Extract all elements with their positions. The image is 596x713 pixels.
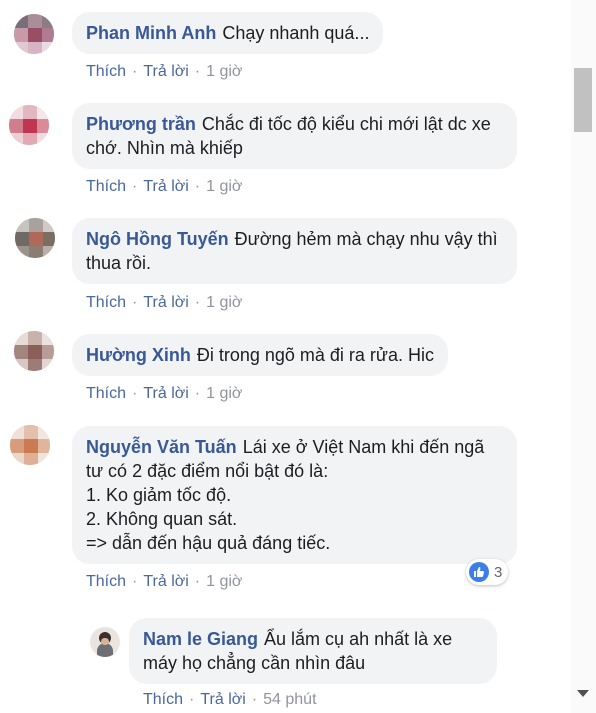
like-link[interactable]: Thích bbox=[86, 63, 126, 80]
comment-actions: Thích · Trả lời · 1 giờ bbox=[86, 573, 243, 590]
comment-bubble: Hường Xinh Đi trong ngõ mà đi ra rửa. Hic bbox=[72, 334, 448, 376]
comment-bubble: Phan Minh Anh Chạy nhanh quá... bbox=[72, 12, 384, 54]
comment-actions: Thích · Trả lời · 54 phút bbox=[143, 691, 317, 708]
comment-actions: Thích · Trả lời · 1 giờ bbox=[86, 294, 243, 311]
comment-actions: Thích · Trả lời · 1 giờ bbox=[86, 178, 243, 195]
comment-timestamp[interactable]: 1 giờ bbox=[206, 178, 242, 195]
avatar[interactable] bbox=[10, 425, 50, 465]
comment-timestamp[interactable]: 54 phút bbox=[263, 691, 316, 708]
like-link[interactable]: Thích bbox=[86, 385, 126, 402]
like-link[interactable]: Thích bbox=[143, 691, 183, 708]
like-link[interactable]: Thích bbox=[86, 178, 126, 195]
comment-timestamp[interactable]: 1 giờ bbox=[206, 573, 242, 590]
comment-bubble: Phương trần Chắc đi tốc độ kiểu chi mới l… bbox=[72, 103, 517, 169]
commenter-name[interactable]: Ngô Hồng Tuyến bbox=[86, 229, 229, 249]
like-link[interactable]: Thích bbox=[86, 573, 126, 590]
comment-timestamp[interactable]: 1 giờ bbox=[206, 63, 242, 80]
commenter-name[interactable]: Phan Minh Anh bbox=[86, 23, 216, 43]
comment-actions: Thích · Trả lời · 1 giờ bbox=[86, 63, 243, 80]
reply-link[interactable]: Trả lời bbox=[200, 691, 245, 708]
comment-text-line: => dẫn đến hậu quả đáng tiếc. bbox=[86, 533, 331, 553]
avatar[interactable] bbox=[14, 14, 54, 54]
comment-text-line: 2. Không quan sát. bbox=[86, 509, 238, 529]
comment-text-line: 1. Ko giảm tốc độ. bbox=[86, 485, 232, 505]
commenter-name[interactable]: Hường Xinh bbox=[86, 345, 191, 365]
comment-bubble: Nam le Giang Ẩu lắm cụ ah nhất là xe máy … bbox=[129, 618, 497, 684]
chevron-down-icon[interactable] bbox=[577, 690, 589, 697]
avatar[interactable] bbox=[14, 331, 54, 371]
comment-actions: Thích · Trả lời · 1 giờ bbox=[86, 385, 243, 402]
reaction-count[interactable]: 3 bbox=[466, 559, 509, 585]
like-link[interactable]: Thích bbox=[86, 294, 126, 311]
reply-link[interactable]: Trả lời bbox=[143, 63, 188, 80]
scrollbar[interactable] bbox=[571, 0, 596, 713]
comment-text: Chạy nhanh quá... bbox=[222, 23, 370, 43]
avatar[interactable] bbox=[90, 627, 120, 657]
reply-link[interactable]: Trả lời bbox=[143, 385, 188, 402]
reply-link[interactable]: Trả lời bbox=[143, 294, 188, 311]
comment-bubble: Nguyễn Văn Tuấn Lái xe ở Việt Nam khi đến… bbox=[72, 426, 517, 564]
commenter-name[interactable]: Phương trần bbox=[86, 114, 196, 134]
avatar[interactable] bbox=[15, 218, 55, 258]
reply-link[interactable]: Trả lời bbox=[143, 573, 188, 590]
comment-bubble: Ngô Hồng Tuyến Đường hẻm mà chạy nhu vậy … bbox=[72, 218, 517, 284]
reply-link[interactable]: Trả lời bbox=[143, 178, 188, 195]
thumbs-up-icon bbox=[469, 562, 489, 582]
avatar[interactable] bbox=[9, 105, 49, 145]
comment-timestamp[interactable]: 1 giờ bbox=[206, 294, 242, 311]
comment-text: Đi trong ngõ mà đi ra rửa. Hic bbox=[196, 345, 434, 365]
commenter-name[interactable]: Nam le Giang bbox=[143, 629, 258, 649]
commenter-name[interactable]: Nguyễn Văn Tuấn bbox=[86, 437, 237, 457]
comment-timestamp[interactable]: 1 giờ bbox=[206, 385, 242, 402]
reaction-count-value: 3 bbox=[494, 563, 503, 581]
scrollbar-thumb[interactable] bbox=[574, 68, 592, 132]
